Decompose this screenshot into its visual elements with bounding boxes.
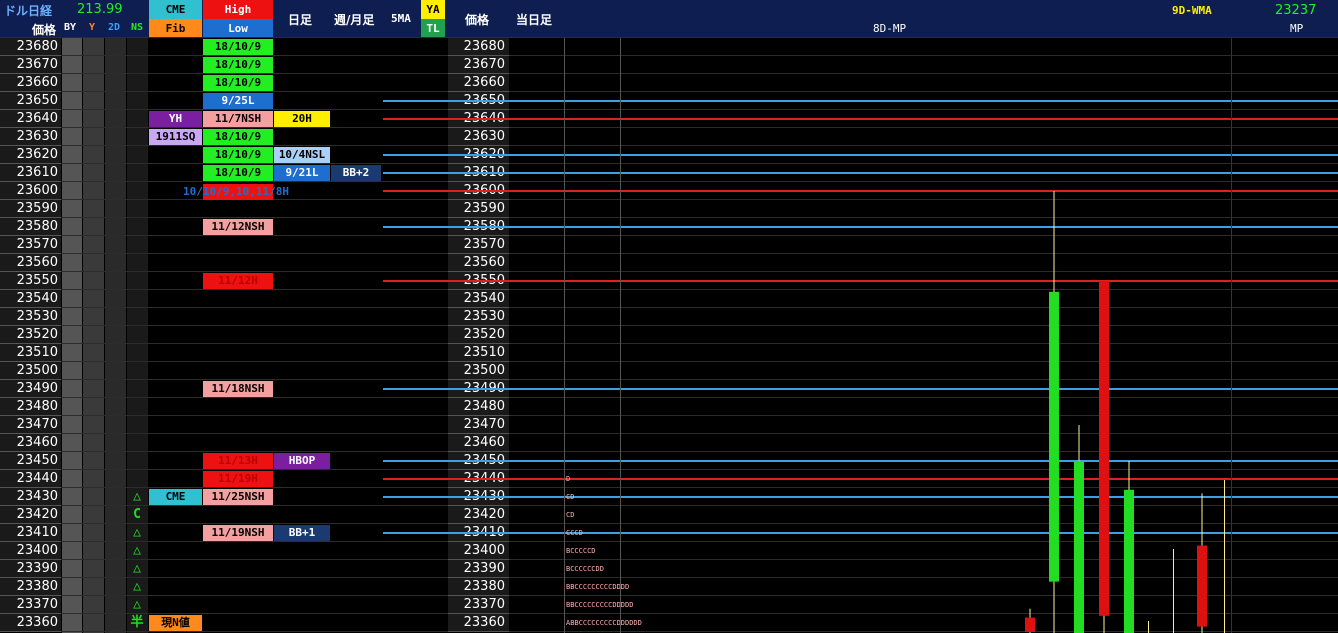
wick-line-2 <box>1173 549 1174 633</box>
fib-header: Fib <box>149 19 202 38</box>
ya-header: YA <box>421 0 445 19</box>
high-header: High <box>203 0 273 19</box>
8d-mp-header: 8D-MP <box>873 22 907 35</box>
by-header: BY <box>64 22 77 33</box>
dollar-nikkei-label: ドル日経 <box>4 4 53 18</box>
candle-body <box>1074 461 1084 633</box>
wick-line-3 <box>1224 480 1225 633</box>
price-header: 価格 <box>32 23 57 37</box>
low-header: Low <box>203 19 273 38</box>
candlestick-chart <box>1025 191 1207 633</box>
candle-body <box>1197 545 1207 627</box>
candle-body <box>1025 617 1035 632</box>
mp-header: MP <box>1290 22 1304 35</box>
dollar-nikkei-value: 213.99 <box>77 2 123 17</box>
y-header: Y <box>89 22 96 33</box>
candle-body <box>1099 281 1109 616</box>
cme-header: CME <box>149 0 202 19</box>
5ma-header: 5MA <box>391 12 411 25</box>
daily-header: 日足 <box>288 13 313 27</box>
ns-header: NS <box>131 22 144 33</box>
tl-header: TL <box>421 19 445 38</box>
price-header-2: 価格 <box>465 13 490 27</box>
candle-body <box>1124 489 1134 633</box>
candle-body <box>1049 291 1059 582</box>
9d-wma-value: 23237 <box>1275 3 1317 18</box>
9d-wma-header: 9D-WMA <box>1172 4 1212 17</box>
weekly-monthly-header: 週/月足 <box>334 13 375 27</box>
wick-line-1 <box>1148 621 1149 633</box>
today-bar-header: 当日足 <box>516 13 553 27</box>
2d-header: 2D <box>108 22 121 33</box>
